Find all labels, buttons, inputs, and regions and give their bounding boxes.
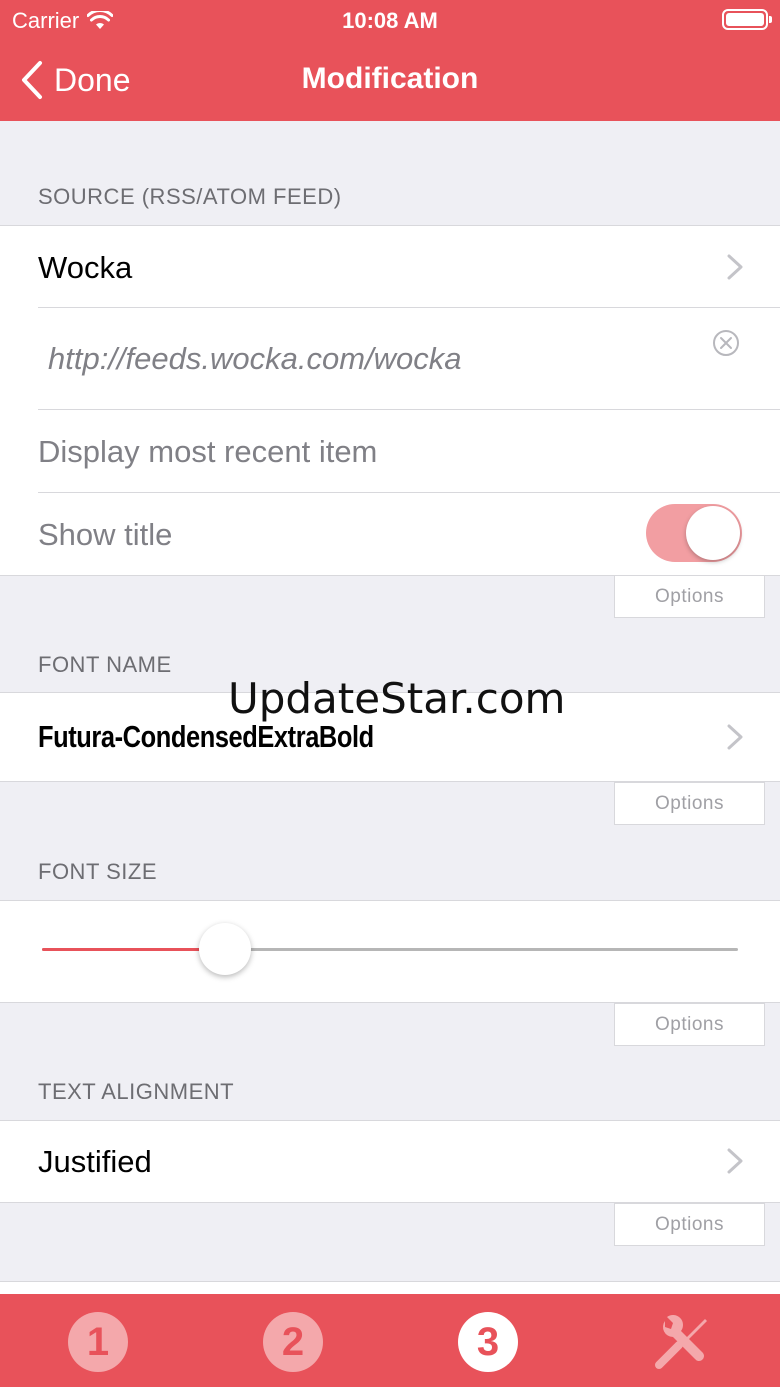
font-name-section-header: FONT NAME	[38, 652, 172, 677]
page-title: Modification	[301, 62, 479, 95]
source-group: Wocka http://feeds.wocka.com/wocka Displ…	[0, 226, 780, 575]
font-name-value: Futura-CondensedExtraBold	[38, 719, 374, 754]
navigation-bar: Done Modification	[0, 40, 780, 121]
tab-tools[interactable]	[651, 1311, 713, 1373]
tab-3[interactable]: 3	[457, 1311, 519, 1373]
text-alignment-section-header: TEXT ALIGNMENT	[38, 1079, 235, 1104]
chevron-right-icon	[727, 1148, 743, 1174]
display-mode-label: Display most recent item	[38, 434, 378, 469]
tab-2-badge: 2	[263, 1312, 323, 1372]
show-title-label: Show title	[38, 517, 173, 552]
display-mode-row[interactable]: Display most recent item	[0, 410, 780, 492]
source-options-button[interactable]: Options	[614, 575, 765, 618]
tab-1-badge: 1	[68, 1312, 128, 1372]
battery-icon	[722, 9, 772, 30]
tab-3-badge: 3	[458, 1312, 518, 1372]
font-size-slider-row	[0, 901, 780, 1002]
show-title-toggle[interactable]	[646, 504, 742, 562]
watermark: UpdateStar.com	[228, 674, 566, 723]
toggle-knob	[686, 506, 740, 560]
tools-icon	[655, 1315, 707, 1369]
feed-url-field[interactable]: http://feeds.wocka.com/wocka	[0, 308, 780, 409]
show-title-row: Show title	[0, 493, 780, 575]
status-time: 10:08 AM	[342, 8, 438, 33]
font-size-section-header: FONT SIZE	[38, 859, 157, 884]
clear-input-icon[interactable]	[712, 329, 740, 357]
text-alignment-options-button[interactable]: Options	[614, 1203, 765, 1246]
text-alignment-row[interactable]: Justified	[0, 1121, 780, 1202]
feed-name: Wocka	[38, 250, 133, 285]
status-bar: Carrier 10:08 AM	[0, 0, 780, 40]
tab-bar: 1 2 3	[0, 1294, 780, 1387]
feed-name-row[interactable]: Wocka	[0, 226, 780, 308]
font-name-options-button[interactable]: Options	[614, 782, 765, 825]
source-section-header: SOURCE (RSS/ATOM FEED)	[38, 184, 342, 209]
next-section-peek	[0, 1282, 780, 1294]
tab-2[interactable]: 2	[262, 1311, 324, 1373]
chevron-right-icon	[727, 254, 743, 280]
font-size-options-button[interactable]: Options	[614, 1003, 765, 1046]
slider-track-filled	[42, 948, 226, 951]
text-alignment-value: Justified	[38, 1144, 152, 1179]
tab-1[interactable]: 1	[67, 1311, 129, 1373]
chevron-right-icon	[727, 724, 743, 750]
feed-url-value: http://feeds.wocka.com/wocka	[48, 341, 462, 376]
font-size-slider-thumb[interactable]	[199, 923, 252, 975]
